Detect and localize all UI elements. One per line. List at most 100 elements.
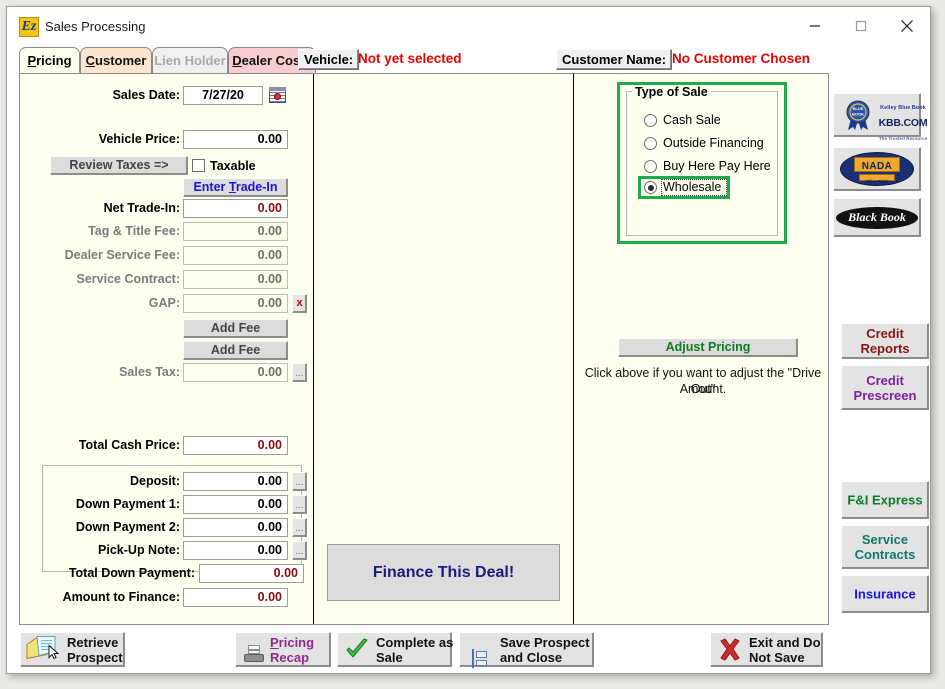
exit-do-not-save-line-2: Not Save: [749, 649, 805, 665]
calendar-icon[interactable]: [269, 87, 286, 103]
tab-dealer-accel: D: [232, 53, 242, 68]
credit-prescreen-button[interactable]: Credit Prescreen: [841, 365, 929, 410]
service-contracts-button[interactable]: Service Contracts: [841, 525, 929, 569]
pick-up-note-label: Pick-Up Note:: [98, 543, 180, 557]
deposit-input[interactable]: 0.00: [183, 472, 288, 491]
blackbook-button[interactable]: Black Book: [833, 198, 921, 237]
maximize-icon[interactable]: [838, 7, 884, 45]
sales-date-label: Sales Date:: [112, 88, 180, 102]
credit-prescreen-text: Credit Prescreen: [842, 373, 928, 403]
radio-outside-financing-icon: [644, 137, 657, 150]
save-prospect-close-button[interactable]: Save Prospect and Close: [459, 632, 594, 668]
down-payment-2-input[interactable]: 0.00: [183, 518, 288, 537]
tab-pricing[interactable]: Pricing: [19, 47, 80, 73]
pricing-recap-button[interactable]: Pricing Recap: [235, 632, 331, 667]
retrieve-prospect-line-2: Prospect: [67, 649, 123, 665]
nada-button[interactable]: NADA Blue Print: [833, 147, 921, 191]
vehicle-status-value: Not yet selected: [358, 51, 462, 66]
nada-subtext: Blue Print: [866, 179, 888, 184]
kbb-button[interactable]: BLUE BOOK Kelley Blue Book KBB.COM The T…: [833, 93, 928, 141]
net-trade-in-label: Net Trade-In:: [103, 201, 180, 215]
exit-do-not-save-button[interactable]: Exit and Do Not Save: [710, 632, 823, 667]
adjust-pricing-hint-line2: Amount.: [679, 382, 727, 396]
retrieve-prospect-text: Retrieve Prospect: [67, 635, 123, 665]
radio-buy-here-pay-here-label: Buy Here Pay Here: [663, 159, 771, 173]
retrieve-prospect-button[interactable]: Retrieve Prospect: [20, 632, 125, 667]
enter-trade-in-button[interactable]: Enter Trade-In: [183, 178, 288, 197]
insurance-button[interactable]: Insurance: [841, 575, 929, 613]
minimize-icon[interactable]: [792, 7, 838, 45]
total-cash-price-input: 0.00: [183, 436, 288, 455]
credit-reports-button[interactable]: Credit Reports: [841, 323, 929, 359]
save-prospect-close-text: Save Prospect and Close: [500, 635, 590, 665]
type-of-sale-title: Type of Sale: [632, 85, 711, 99]
service-contracts-line-1: Service: [861, 532, 909, 547]
customer-name-button[interactable]: Customer Name:: [556, 49, 673, 70]
complete-as-sale-line-1: Complete as: [376, 634, 454, 650]
ez-logo-glyph: Ez: [21, 19, 37, 34]
complete-as-sale-button[interactable]: Complete as Sale: [337, 632, 454, 667]
deposit-more-button[interactable]: ...: [292, 472, 307, 491]
down-payment-1-input[interactable]: 0.00: [183, 495, 288, 514]
nada-logo-icon: NADA Blue Print: [840, 152, 914, 186]
total-down-payment-label: Total Down Payment:: [68, 566, 195, 580]
deposit-label: Deposit:: [130, 474, 180, 488]
vehicle-price-label: Vehicle Price:: [98, 132, 180, 146]
pricing-recap-line-2: Recap: [270, 649, 310, 665]
credit-prescreen-line-1: Credit: [866, 372, 904, 388]
fi-express-label: F&I Express: [847, 492, 923, 508]
svg-text:BOOK: BOOK: [852, 112, 864, 117]
divider-right: [573, 74, 574, 624]
review-taxes-button[interactable]: Review Taxes =>: [50, 156, 188, 175]
gap-input: 0.00: [183, 294, 288, 313]
taxable-checkbox[interactable]: [192, 159, 205, 172]
radio-wholesale-label: Wholesale: [663, 180, 722, 194]
sales-processing-window: Ez Sales Processing Pricing Customer Lie…: [6, 6, 931, 674]
net-trade-in-input[interactable]: 0.00: [183, 199, 288, 218]
exit-do-not-save-text: Exit and Do Not Save: [749, 635, 821, 665]
vehicle-price-input[interactable]: 0.00: [183, 130, 288, 149]
pricing-recap-rest: ricing: [278, 634, 315, 650]
service-contracts-text: Service Contracts: [842, 532, 928, 562]
tab-pricing-rest: ricing: [36, 53, 72, 68]
down-payment-1-more-button[interactable]: ...: [292, 495, 307, 514]
sales-date-input[interactable]: 7/27/20: [183, 86, 263, 105]
tab-customer[interactable]: Customer: [80, 47, 152, 73]
pick-up-note-more-button[interactable]: ...: [292, 541, 307, 560]
credit-prescreen-line-2: Prescreen: [853, 387, 917, 403]
gap-clear-button[interactable]: x: [292, 294, 307, 313]
close-icon[interactable]: [884, 7, 930, 45]
tab-customer-accel: C: [85, 53, 96, 68]
enter-trade-in-pre: Enter: [193, 180, 229, 194]
nada-wordmark: NADA: [861, 161, 893, 172]
adjust-pricing-button[interactable]: Adjust Pricing: [618, 338, 798, 357]
radio-buy-here-pay-here-icon: [644, 160, 657, 173]
folder-icon: [25, 634, 63, 665]
service-contract-label: Service Contract:: [76, 272, 180, 286]
kbb-line-1: Kelley Blue Book: [880, 105, 926, 111]
pick-up-note-input[interactable]: 0.00: [183, 541, 288, 560]
finance-this-deal-button[interactable]: Finance This Deal!: [327, 544, 560, 601]
total-down-payment-input: 0.00: [199, 564, 304, 583]
fi-express-button[interactable]: F&I Express: [841, 481, 929, 519]
vehicle-button[interactable]: Vehicle:: [298, 49, 360, 70]
kbb-logo-icon: BLUE BOOK Kelley Blue Book KBB.COM The T…: [834, 98, 928, 141]
add-fee-button-1[interactable]: Add Fee: [183, 319, 288, 338]
blackbook-wordmark: Black Book: [848, 209, 906, 224]
sales-tax-more-button[interactable]: ...: [292, 363, 307, 382]
pricing-recap-text: Pricing Recap: [270, 635, 314, 665]
add-fee-button-2[interactable]: Add Fee: [183, 341, 288, 360]
down-payment-2-more-button[interactable]: ...: [292, 518, 307, 537]
pricing-recap-accel: P: [270, 634, 279, 650]
enter-trade-in-post: rade-In: [235, 180, 278, 194]
retrieve-prospect-line-1: Retrieve: [67, 634, 119, 650]
radio-wholesale-icon: [644, 181, 657, 194]
amount-to-finance-label: Amount to Finance:: [62, 590, 180, 604]
service-contract-input: 0.00: [183, 270, 288, 289]
down-payment-1-label: Down Payment 1:: [75, 497, 180, 511]
exit-do-not-save-line-1: Exit and Do: [749, 634, 821, 650]
save-prospect-close-line-2: and Close: [500, 649, 563, 665]
finance-this-deal-label: Finance This Deal!: [372, 563, 515, 581]
total-cash-price-label: Total Cash Price:: [78, 438, 180, 452]
tab-lien-holder: Lien Holder: [152, 47, 228, 73]
